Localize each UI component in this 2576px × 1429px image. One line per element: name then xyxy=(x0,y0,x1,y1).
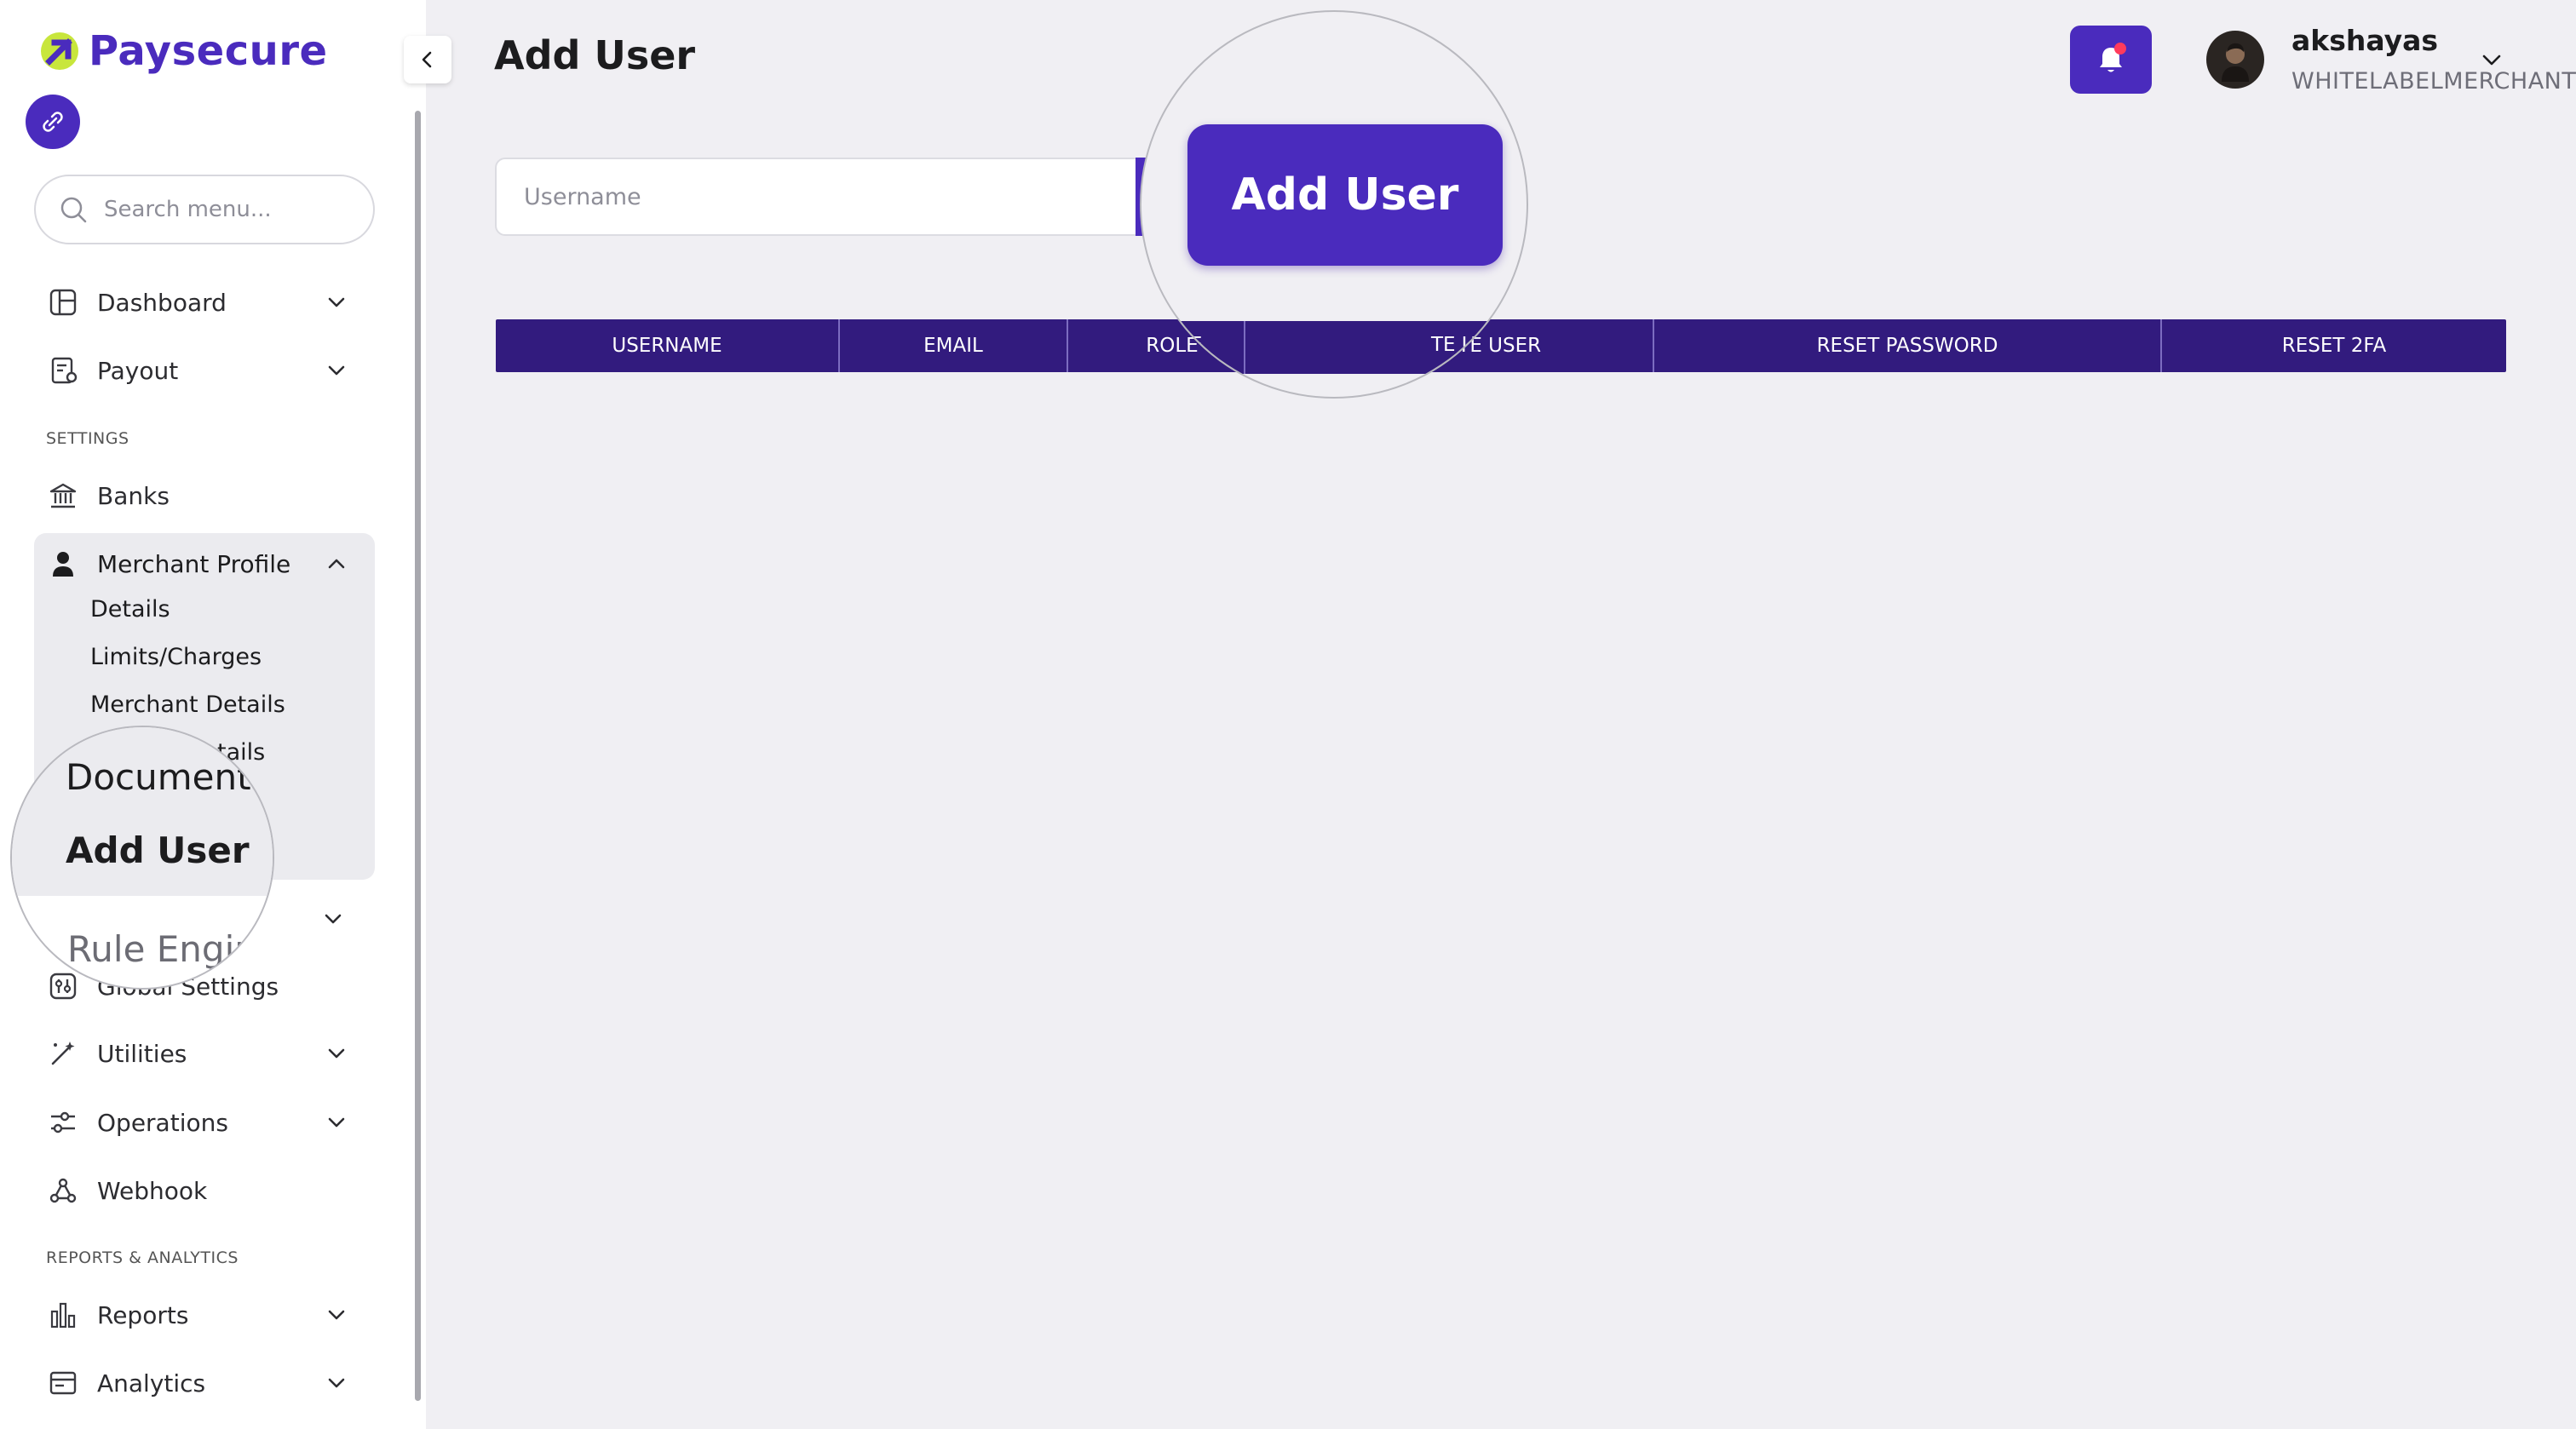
sidebar-item-reports[interactable]: Reports xyxy=(34,1289,375,1340)
sidebar-item-operations[interactable]: Operations xyxy=(34,1097,375,1148)
sliders-icon xyxy=(46,969,80,1003)
search-input[interactable] xyxy=(104,197,359,222)
zoom-column-divider xyxy=(1244,321,1245,374)
payout-icon xyxy=(46,353,80,387)
wand-icon xyxy=(46,1036,80,1070)
add-user-button[interactable]: Add User xyxy=(1187,124,1503,266)
submenu-limits-charges[interactable]: Limits/Charges xyxy=(90,644,262,670)
username-input[interactable] xyxy=(495,158,1142,236)
submenu-details[interactable]: Details xyxy=(90,596,170,623)
sidebar-item-label: Payout xyxy=(97,356,179,385)
collapse-sidebar-button[interactable] xyxy=(404,36,451,83)
chevron-up-icon xyxy=(324,551,349,580)
search-icon xyxy=(60,197,87,223)
sidebar-item-label: Dashboard xyxy=(97,288,227,317)
zoom-column-role: ROLE xyxy=(1150,334,1203,356)
chevron-left-icon xyxy=(422,51,432,68)
chevron-down-icon xyxy=(324,1041,349,1070)
sidebar-item-rule-engine[interactable]: Rule Engin xyxy=(67,928,257,970)
column-header-email: EMAIL xyxy=(840,319,1068,372)
zoom-column-activate-user: TE USER xyxy=(1431,334,1515,356)
analytics-icon xyxy=(46,1366,80,1400)
brand-name: Paysecure xyxy=(89,27,328,75)
chevron-down-icon xyxy=(324,358,349,387)
notification-dot xyxy=(2114,43,2126,55)
sidebar-item-utilities[interactable]: Utilities xyxy=(34,1028,375,1079)
paysecure-logo-icon xyxy=(39,31,80,72)
zoom-magnifier-sidebar: Documents Add User Rule Engin xyxy=(10,726,274,990)
submenu-add-user[interactable]: Add User xyxy=(66,829,250,871)
chevron-down-icon[interactable] xyxy=(320,906,346,935)
sidebar: Paysecure Dashboard Payout SETTINGS xyxy=(0,0,426,1429)
section-label-settings: SETTINGS xyxy=(46,429,129,448)
sidebar-item-payout[interactable]: Payout xyxy=(34,345,375,396)
column-header-reset-password: RESET PASSWORD xyxy=(1654,319,2162,372)
dashboard-icon xyxy=(46,285,80,319)
sidebar-item-banks[interactable]: Banks xyxy=(34,470,375,521)
submenu-documents[interactable]: Documents xyxy=(66,756,269,798)
chevron-down-icon xyxy=(324,1370,349,1399)
user-name[interactable]: akshayas xyxy=(2291,24,2438,57)
chevron-down-icon xyxy=(324,1302,349,1331)
sidebar-item-label: Banks xyxy=(97,481,170,510)
sidebar-item-label: Reports xyxy=(97,1300,189,1329)
sidebar-item-dashboard[interactable]: Dashboard xyxy=(34,277,375,328)
page-title: Add User xyxy=(494,32,696,78)
sidebar-scrollbar[interactable] xyxy=(415,111,421,1401)
avatar[interactable] xyxy=(2206,31,2264,89)
sidebar-search[interactable] xyxy=(34,175,375,244)
link-icon xyxy=(43,112,63,132)
quick-link-button[interactable] xyxy=(26,95,80,149)
sidebar-item-label: Merchant Profile xyxy=(97,549,291,578)
user-role: WHITELABELMERCHANT xyxy=(2291,68,2576,95)
sidebar-item-webhook[interactable]: Webhook xyxy=(34,1165,375,1216)
sidebar-item-merchant-profile[interactable]: Merchant Profile xyxy=(34,538,375,589)
section-label-reports-analytics: REPORTS & ANALYTICS xyxy=(46,1248,239,1267)
bank-icon xyxy=(46,479,80,513)
zoom-magnifier-add-user: ROLE TE USER Add User xyxy=(1140,10,1528,399)
bar-chart-icon xyxy=(46,1298,80,1332)
operations-icon xyxy=(46,1105,80,1139)
brand-logo[interactable]: Paysecure xyxy=(39,26,328,77)
column-header-username: USERNAME xyxy=(496,319,840,372)
sidebar-item-label: Analytics xyxy=(97,1369,206,1397)
submenu-merchant-details[interactable]: Merchant Details xyxy=(90,692,285,718)
sidebar-item-label: Utilities xyxy=(97,1039,187,1068)
sidebar-item-label: Operations xyxy=(97,1108,228,1137)
user-icon xyxy=(46,547,80,581)
column-header-reset-2fa: RESET 2FA xyxy=(2281,335,2387,357)
chevron-down-icon xyxy=(324,290,349,319)
notifications-button[interactable] xyxy=(2070,26,2152,94)
webhook-icon xyxy=(46,1174,80,1208)
chevron-down-icon[interactable] xyxy=(2479,48,2504,77)
sidebar-item-label: Webhook xyxy=(97,1176,208,1205)
sidebar-item-analytics[interactable]: Analytics xyxy=(34,1357,375,1409)
chevron-down-icon xyxy=(324,1110,349,1139)
